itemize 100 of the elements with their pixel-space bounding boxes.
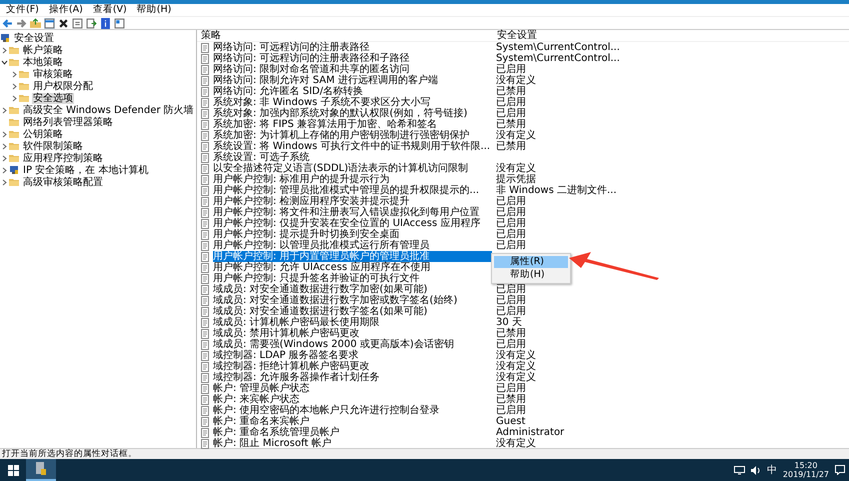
setting-value: 30 天 <box>496 317 522 328</box>
column-header[interactable]: 安全设置 <box>493 30 657 41</box>
policy-name[interactable]: 用户帐户控制: 管理员批准模式中管理员的提升权限提示的... <box>213 185 492 196</box>
tree-item[interactable]: 审核策略 <box>32 68 74 80</box>
policy-name[interactable]: 域成员: 对安全通道数据进行数字签名(如果可能) <box>213 306 492 317</box>
menu-item[interactable]: 操作(A) <box>44 4 87 16</box>
folder-icon <box>9 105 19 115</box>
menu-item[interactable]: 属性(R) <box>494 256 568 268</box>
help-icon[interactable] <box>100 18 111 29</box>
tree-item[interactable]: 公钥策略 <box>22 128 64 140</box>
tree-item[interactable]: 软件限制策略 <box>22 140 84 152</box>
policy-name[interactable]: 网络访问: 限制对命名管道和共享的匿名访问 <box>213 64 492 75</box>
clock-time[interactable]: 15:20 <box>794 461 818 470</box>
policy-name[interactable]: 域控制器: 拒绝计算机帐户密码更改 <box>213 361 492 372</box>
view-icon[interactable] <box>114 18 125 29</box>
speaker-icon[interactable] <box>750 466 761 474</box>
policy-name[interactable]: 网络访问: 限制允许对 SAM 进行远程调用的客户端 <box>213 75 492 86</box>
policy-name[interactable]: 帐户: 重命名系统管理员帐户 <box>213 427 492 438</box>
menu-item[interactable]: 帮助(H) <box>494 269 568 281</box>
policy-name[interactable]: 网络访问: 允许匿名 SID/名称转换 <box>213 86 492 97</box>
expand-icon[interactable] <box>10 94 19 102</box>
folder-up-icon[interactable] <box>30 18 41 29</box>
menu-item[interactable]: 帮助(H) <box>132 4 176 16</box>
policy-name[interactable]: 域控制器: 允许服务器操作者计划任务 <box>213 372 492 383</box>
expand-icon[interactable] <box>0 130 9 138</box>
policy-name[interactable]: 用户帐户控制: 允许 UIAccess 应用程序在不使用 <box>213 262 492 273</box>
tree-item[interactable]: 安全设置 <box>13 32 55 44</box>
input-method-indicator[interactable]: 中 <box>766 463 777 477</box>
policy-name[interactable]: 帐户: 管理员帐户状态 <box>213 383 492 394</box>
policy-icon <box>200 328 210 338</box>
console-tree-icon[interactable] <box>44 18 55 29</box>
policy-name[interactable]: 系统对象: 加强内部系统对象的默认权限(例如，符号链接) <box>213 108 492 119</box>
policy-name[interactable]: 用户帐户控制: 仅提升安装在安全位置的 UIAccess 应用程序 <box>213 218 492 229</box>
properties-icon[interactable] <box>72 18 83 29</box>
expand-icon[interactable] <box>0 46 9 54</box>
delete-icon[interactable] <box>58 18 69 29</box>
policy-icon <box>200 186 210 196</box>
tree-item[interactable]: 高级审核策略配置 <box>22 176 104 188</box>
policy-icon <box>200 362 210 372</box>
policy-name[interactable]: 域控制器: LDAP 服务器签名要求 <box>213 350 492 361</box>
policy-name[interactable]: 用户帐户控制: 提示提升时切换到安全桌面 <box>213 229 492 240</box>
tree-item[interactable]: 网络列表管理器策略 <box>22 116 114 128</box>
expand-icon[interactable] <box>0 154 9 162</box>
policy-name[interactable]: 用户帐户控制: 检测应用程序安装并提示提升 <box>213 196 492 207</box>
tree-item[interactable]: 本地策略 <box>22 56 64 68</box>
policy-name[interactable]: 域成员: 计算机帐户密码最长使用期限 <box>213 317 492 328</box>
policy-name[interactable]: 系统设置: 将 Windows 可执行文件中的证书规则用于软件限... <box>213 141 492 152</box>
expand-icon[interactable] <box>0 178 9 186</box>
forward-icon[interactable] <box>16 18 27 29</box>
expand-icon[interactable] <box>0 106 9 114</box>
setting-value: 已禁用 <box>496 119 526 130</box>
policy-name[interactable]: 域成员: 对安全通道数据进行数字加密或数字签名(始终) <box>213 295 492 306</box>
policy-name[interactable]: 帐户: 来宾帐户状态 <box>213 394 492 405</box>
policy-icon <box>200 130 210 140</box>
tree-item[interactable]: 应用程序控制策略 <box>22 152 104 164</box>
menu-item[interactable]: 查看(V) <box>88 4 131 16</box>
policy-icon <box>200 108 210 118</box>
setting-value: 已启用 <box>496 284 526 295</box>
policy-name[interactable]: 系统加密: 为计算机上存储的用户密钥强制进行强密钥保护 <box>213 130 492 141</box>
expand-icon[interactable] <box>10 82 19 90</box>
policy-name[interactable]: 网络访问: 可远程访问的注册表路径 <box>213 42 492 53</box>
policy-name[interactable]: 网络访问: 可远程访问的注册表路径和子路径 <box>213 53 492 64</box>
policy-icon <box>200 384 210 394</box>
menu-item[interactable]: 文件(F) <box>2 4 43 16</box>
column-header[interactable]: 策略 <box>197 30 493 41</box>
policy-name[interactable]: 系统加密: 将 FIPS 兼容算法用于加密、哈希和签名 <box>213 119 492 130</box>
expand-icon[interactable] <box>10 70 19 78</box>
clock-date[interactable]: 2019/11/27 <box>782 470 829 479</box>
tree-item[interactable]: 高级安全 Windows Defender 防火墙 <box>22 104 195 116</box>
setting-value: Guest <box>496 416 526 427</box>
policy-name[interactable]: 帐户: 阻止 Microsoft 帐户 <box>213 438 492 449</box>
policy-name[interactable]: 帐户: 重命名来宾帐户 <box>213 416 492 427</box>
policy-name[interactable]: 以安全描述符定义语言(SDDL)语法表示的计算机访问限制 <box>213 163 492 174</box>
policy-icon <box>200 274 210 284</box>
policy-name[interactable]: 用户帐户控制: 用于内置管理员帐户的管理员批准 <box>213 251 492 262</box>
expand-icon[interactable] <box>0 142 9 150</box>
tree-item[interactable]: 用户权限分配 <box>32 80 94 92</box>
policy-name[interactable]: 域成员: 禁用计算机帐户密码更改 <box>213 328 492 339</box>
policy-name[interactable]: 用户帐户控制: 以管理员批准模式运行所有管理员 <box>213 240 492 251</box>
policy-name[interactable]: 用户帐户控制: 标准用户的提升提示行为 <box>213 174 492 185</box>
taskbar-app-button[interactable] <box>26 459 56 481</box>
policy-name[interactable]: 用户帐户控制: 将文件和注册表写入错误虚拟化到每用户位置 <box>213 207 492 218</box>
policy-icon <box>200 164 210 174</box>
export-icon[interactable] <box>86 18 97 29</box>
policy-name[interactable]: 域成员: 需要强(Windows 2000 或更高版本)会话密钥 <box>213 339 492 350</box>
tree-item[interactable]: 安全选项 <box>32 92 74 104</box>
back-icon[interactable] <box>2 18 13 29</box>
policy-name[interactable]: 用户帐户控制: 只提升签名并验证的可执行文件 <box>213 273 492 284</box>
setting-value: 已启用 <box>496 229 526 240</box>
start-icon[interactable] <box>8 464 18 476</box>
setting-value: 已启用 <box>496 405 526 416</box>
policy-name[interactable]: 域成员: 对安全通道数据进行数字加密(如果可能) <box>213 284 492 295</box>
tree-item[interactable]: IP 安全策略，在 本地计算机 <box>22 164 150 176</box>
notification-icon[interactable] <box>835 465 845 475</box>
tree-item[interactable]: 帐户策略 <box>22 44 64 56</box>
policy-name[interactable]: 帐户: 使用空密码的本地帐户只允许进行控制台登录 <box>213 405 492 416</box>
policy-icon <box>200 196 210 206</box>
policy-name[interactable]: 系统对象: 非 Windows 子系统不要求区分大小写 <box>213 97 492 108</box>
expand-icon[interactable] <box>0 166 9 174</box>
policy-name[interactable]: 系统设置: 可选子系统 <box>213 152 492 163</box>
